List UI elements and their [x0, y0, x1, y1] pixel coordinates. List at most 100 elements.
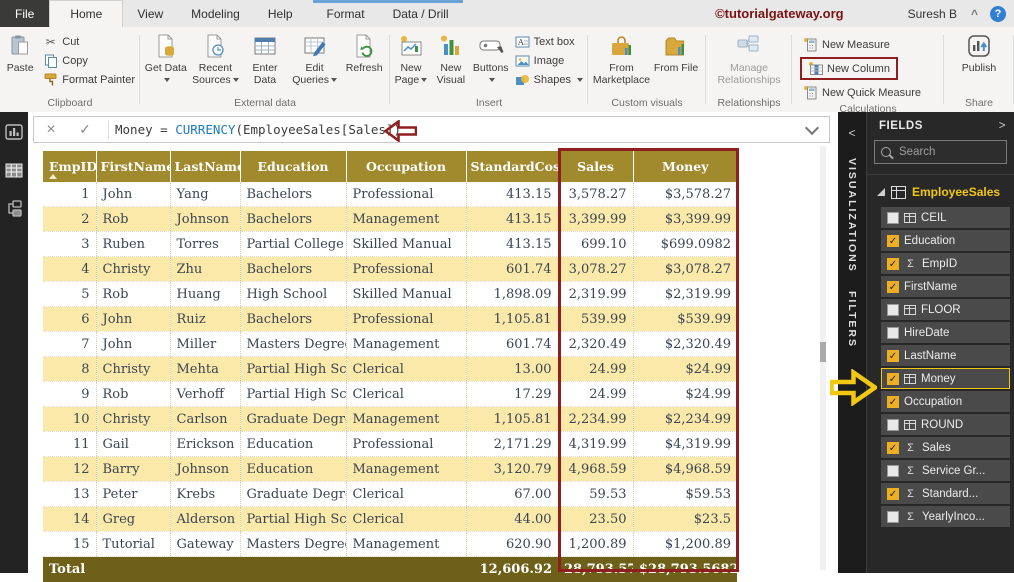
collapse-fields-icon[interactable]: < [848, 112, 855, 158]
table-cell[interactable]: $23.5 [633, 507, 737, 532]
table-cell[interactable]: 1,105.81 [466, 407, 558, 432]
table-row[interactable]: 14GregAldersonPartial High SchoolClerica… [43, 507, 737, 532]
field-item-sales[interactable]: ✓ΣSales [881, 437, 1010, 458]
expanded-icon[interactable] [877, 188, 885, 196]
table-cell[interactable]: 7 [43, 332, 96, 357]
table-cell[interactable]: Yang [170, 182, 240, 207]
table-cell[interactable]: Management [346, 332, 466, 357]
table-cell[interactable]: Gateway [170, 532, 240, 557]
table-cell[interactable]: Partial High School [240, 357, 346, 382]
table-cell[interactable]: 1 [43, 182, 96, 207]
unchecked-checkbox[interactable] [887, 327, 899, 339]
table-cell[interactable]: 1,105.81 [466, 307, 558, 332]
table-row[interactable]: 3RubenTorresPartial CollegeSkilled Manua… [43, 232, 737, 257]
signed-in-user[interactable]: Suresh B [908, 7, 957, 21]
table-cell[interactable]: Christy [96, 407, 170, 432]
table-row[interactable]: 5RobHuangHigh SchoolSkilled Manual1,898.… [43, 282, 737, 307]
column-header-education[interactable]: Education [240, 151, 346, 182]
cancel-icon[interactable]: × [34, 121, 68, 139]
table-cell[interactable]: 15 [43, 532, 96, 557]
tab-visualizations[interactable]: VISUALIZATIONS [846, 158, 858, 273]
table-cell[interactable]: 12 [43, 457, 96, 482]
table-row[interactable]: 2RobJohnsonBachelorsManagement413.153,39… [43, 207, 737, 232]
table-cell[interactable]: Partial High School [240, 382, 346, 407]
refresh-button[interactable]: Refresh [340, 30, 388, 74]
vertical-scrollbar[interactable] [820, 146, 826, 570]
table-cell[interactable]: $4,319.99 [633, 432, 737, 457]
unchecked-checkbox[interactable] [887, 465, 899, 477]
table-cell[interactable]: Clerical [346, 382, 466, 407]
table-cell[interactable]: Partial College [240, 232, 346, 257]
table-cell[interactable]: Peter [96, 482, 170, 507]
field-item-occupation[interactable]: ✓Occupation [881, 391, 1010, 412]
table-cell[interactable]: High School [240, 282, 346, 307]
table-cell[interactable]: 3,120.79 [466, 457, 558, 482]
table-cell[interactable]: Bachelors [240, 307, 346, 332]
table-cell[interactable]: Erickson [170, 432, 240, 457]
table-cell[interactable]: 13.00 [466, 357, 558, 382]
table-cell[interactable]: $2,234.99 [633, 407, 737, 432]
table-cell[interactable]: 4,319.99 [558, 432, 633, 457]
table-cell[interactable]: 44.00 [466, 507, 558, 532]
field-item-education[interactable]: ✓Education [881, 230, 1010, 251]
from-file-button[interactable]: From File [652, 30, 701, 74]
table-cell[interactable]: Ruben [96, 232, 170, 257]
table-cell[interactable]: 24.99 [558, 382, 633, 407]
table-cell[interactable]: Johnson [170, 457, 240, 482]
table-cell[interactable]: Masters Degree [240, 532, 346, 557]
table-cell[interactable]: Graduate Degree [240, 407, 346, 432]
table-cell[interactable]: Mehta [170, 357, 240, 382]
column-header-empid[interactable]: EmpID [43, 151, 96, 182]
tab-data-drill[interactable]: Data / Drill [379, 0, 463, 27]
table-cell[interactable]: Management [346, 407, 466, 432]
table-cell[interactable]: Ruiz [170, 307, 240, 332]
table-cell[interactable]: $2,320.49 [633, 332, 737, 357]
manage-relationships-button[interactable]: Manage Relationships [710, 30, 788, 86]
table-row[interactable]: 9RobVerhoffPartial High SchoolClerical17… [43, 382, 737, 407]
table-cell[interactable]: 14 [43, 507, 96, 532]
table-cell[interactable]: 3,078.27 [558, 257, 633, 282]
data-view-button[interactable] [5, 162, 23, 178]
table-cell[interactable]: Partial High School [240, 507, 346, 532]
table-cell[interactable]: Johnson [170, 207, 240, 232]
help-icon[interactable]: ? [990, 6, 1006, 22]
table-cell[interactable]: $2,319.99 [633, 282, 737, 307]
table-cell[interactable]: $4,968.59 [633, 457, 737, 482]
column-header-sales[interactable]: Sales [558, 151, 633, 182]
table-cell[interactable]: 24.99 [558, 357, 633, 382]
field-item-round[interactable]: ROUND [881, 414, 1010, 435]
table-row[interactable]: 10ChristyCarlsonGraduate DegreeManagemen… [43, 407, 737, 432]
field-item-hiredate[interactable]: HireDate [881, 322, 1010, 343]
table-node-employeesales[interactable]: EmployeeSales [867, 181, 1014, 205]
table-cell[interactable]: 6 [43, 307, 96, 332]
tab-view[interactable]: View [123, 0, 177, 27]
cut-button[interactable]: ✂ Cut [40, 32, 138, 51]
unchecked-checkbox[interactable] [887, 419, 899, 431]
table-cell[interactable]: John [96, 332, 170, 357]
checked-checkbox[interactable]: ✓ [887, 258, 899, 270]
column-header-firstname[interactable]: FirstName [96, 151, 170, 182]
tab-help[interactable]: Help [254, 0, 307, 27]
field-item-floor[interactable]: FLOOR [881, 299, 1010, 320]
expand-fields-icon[interactable]: > [999, 120, 1006, 132]
tab-home[interactable]: Home [49, 0, 123, 27]
table-cell[interactable]: John [96, 307, 170, 332]
buttons-button[interactable]: Buttons [472, 30, 510, 86]
table-cell[interactable]: 13 [43, 482, 96, 507]
new-measure-button[interactable]: New Measure [800, 35, 893, 54]
edit-queries-button[interactable]: Edit Queries [291, 30, 339, 86]
new-column-button[interactable]: New Column [805, 59, 893, 78]
table-cell[interactable]: Alderson [170, 507, 240, 532]
get-data-button[interactable]: Get Data [142, 30, 190, 86]
search-input[interactable] [897, 145, 1000, 159]
table-cell[interactable]: 601.74 [466, 257, 558, 282]
field-item-money[interactable]: ✓Money [881, 368, 1010, 389]
table-cell[interactable]: Christy [96, 257, 170, 282]
table-cell[interactable]: Rob [96, 207, 170, 232]
table-cell[interactable]: Christy [96, 357, 170, 382]
table-cell[interactable]: $3,078.27 [633, 257, 737, 282]
table-cell[interactable]: Education [240, 457, 346, 482]
table-cell[interactable]: 10 [43, 407, 96, 432]
unchecked-checkbox[interactable] [887, 304, 899, 316]
field-item-standard[interactable]: ✓ΣStandard... [881, 483, 1010, 504]
